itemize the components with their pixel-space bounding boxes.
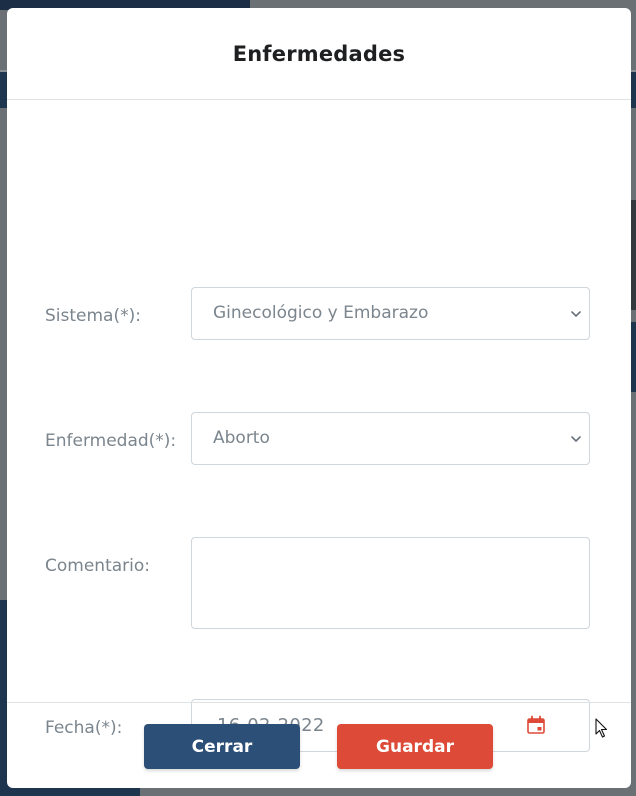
save-button[interactable]: Guardar (337, 724, 493, 769)
sistema-select[interactable]: Ginecológico y Embarazo (191, 287, 590, 340)
enfermedad-select[interactable]: Aborto (191, 412, 590, 465)
enfermedad-select-value: Aborto (213, 428, 270, 448)
sistema-label: Sistema(*): (45, 306, 141, 326)
modal-body: Sistema(*): Ginecológico y Embarazo Enfe… (7, 100, 631, 752)
comentario-label: Comentario: (45, 556, 150, 576)
sistema-select-value: Ginecológico y Embarazo (213, 303, 429, 323)
enfermedad-label: Enfermedad(*): (45, 431, 177, 451)
comentario-textarea[interactable] (191, 537, 590, 629)
enfermedades-modal: Enfermedades Sistema(*): Ginecológico y … (7, 8, 631, 788)
modal-footer: Cerrar Guardar (7, 702, 631, 788)
chevron-down-icon (571, 436, 581, 442)
close-button[interactable]: Cerrar (144, 724, 300, 769)
modal-title: Enfermedades (232, 41, 406, 66)
chevron-down-icon (571, 311, 581, 317)
modal-header: Enfermedades (7, 8, 631, 100)
mouse-cursor-icon (595, 718, 608, 738)
